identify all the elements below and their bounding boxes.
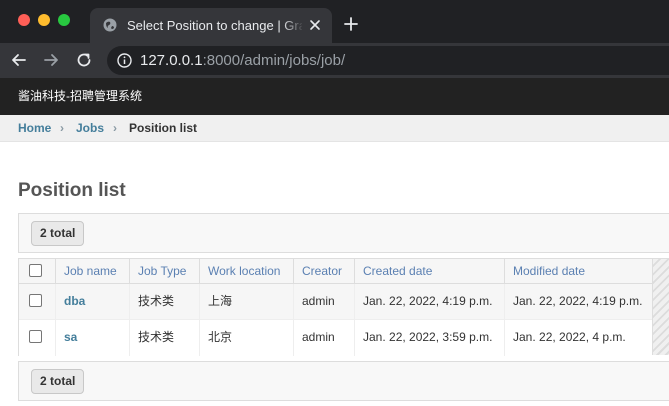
- job-name-cell: sa: [55, 320, 129, 356]
- page-title: Position list: [18, 180, 126, 201]
- minimize-window-button[interactable]: [38, 14, 50, 26]
- tab-title-fade: [282, 17, 304, 35]
- breadcrumb-separator: ›: [60, 121, 64, 135]
- work-location-cell: 北京: [199, 320, 293, 356]
- site-name[interactable]: 酱油科技-招聘管理系统: [18, 88, 142, 104]
- results-count-bar-top: 2 total: [18, 213, 669, 253]
- close-window-button[interactable]: [18, 14, 30, 26]
- job-name-cell: dba: [55, 284, 129, 320]
- job-type-cell: 技术类: [129, 320, 199, 356]
- row-select-cell: [19, 284, 55, 320]
- column-header-job-type[interactable]: Job Type: [129, 259, 199, 284]
- browser-toolbar: 127.0.0.1:8000/admin/jobs/job/: [0, 43, 669, 78]
- forward-arrow-icon[interactable]: [42, 51, 60, 69]
- created-date-cell: Jan. 22, 2022, 4:19 p.m.: [354, 284, 504, 320]
- filter-sidebar-edge: [652, 259, 669, 355]
- breadcrumb: Home › Jobs › Position list: [0, 115, 669, 142]
- breadcrumb-separator: ›: [113, 121, 117, 135]
- breadcrumb-home-link[interactable]: Home: [18, 115, 51, 142]
- modified-date-cell: Jan. 22, 2022, 4 p.m.: [504, 320, 654, 356]
- back-arrow-icon[interactable]: [10, 51, 28, 69]
- breadcrumb-jobs-link[interactable]: Jobs: [76, 115, 104, 142]
- table-row: dba 技术类 上海 admin Jan. 22, 2022, 4:19 p.m…: [19, 284, 669, 320]
- row-checkbox[interactable]: [29, 330, 42, 343]
- job-type-cell: 技术类: [129, 284, 199, 320]
- creator-cell: admin: [293, 320, 354, 356]
- address-bar[interactable]: 127.0.0.1:8000/admin/jobs/job/: [107, 46, 669, 75]
- modified-date-cell: Jan. 22, 2022, 4:19 p.m.: [504, 284, 654, 320]
- table-row: sa 技术类 北京 admin Jan. 22, 2022, 3:59 p.m.…: [19, 320, 669, 356]
- plus-icon[interactable]: [343, 16, 359, 32]
- column-header-job-name[interactable]: Job name: [55, 259, 129, 284]
- url-path: :8000/admin/jobs/job/: [202, 52, 346, 69]
- total-count-button[interactable]: 2 total: [31, 221, 85, 246]
- results-table: Job name Job Type Work location Creator …: [18, 258, 669, 356]
- row-checkbox[interactable]: [29, 294, 42, 307]
- work-location-cell: 上海: [199, 284, 293, 320]
- results-count-bar-bottom: 2 total: [18, 361, 669, 401]
- globe-icon: [103, 18, 117, 32]
- table-header: Job name Job Type Work location Creator …: [19, 259, 669, 284]
- column-header-work-location[interactable]: Work location: [199, 259, 293, 284]
- admin-header: 酱油科技-招聘管理系统: [0, 78, 669, 115]
- info-icon[interactable]: [117, 53, 132, 68]
- close-icon[interactable]: [307, 17, 323, 33]
- column-header-modified-date[interactable]: Modified date: [504, 259, 654, 284]
- row-select-cell: [19, 320, 55, 356]
- select-all-checkbox[interactable]: [29, 264, 42, 277]
- created-date-cell: Jan. 22, 2022, 3:59 p.m.: [354, 320, 504, 356]
- select-all-column: [19, 259, 55, 284]
- job-name-link[interactable]: sa: [64, 330, 77, 344]
- browser-tab[interactable]: Select Position to change | Gra: [90, 8, 332, 43]
- browser-tab-strip: Select Position to change | Gra: [0, 0, 669, 43]
- job-name-link[interactable]: dba: [64, 294, 85, 308]
- column-header-creator[interactable]: Creator: [293, 259, 354, 284]
- column-header-created-date[interactable]: Created date: [354, 259, 504, 284]
- tab-title: Select Position to change | Gra: [127, 18, 302, 33]
- maximize-window-button[interactable]: [58, 14, 70, 26]
- total-count-button[interactable]: 2 total: [31, 369, 85, 394]
- url-text: 127.0.0.1:8000/admin/jobs/job/: [140, 52, 345, 70]
- url-host: 127.0.0.1: [140, 52, 203, 69]
- reload-icon[interactable]: [75, 51, 93, 69]
- breadcrumb-current: Position list: [129, 121, 198, 135]
- creator-cell: admin: [293, 284, 354, 320]
